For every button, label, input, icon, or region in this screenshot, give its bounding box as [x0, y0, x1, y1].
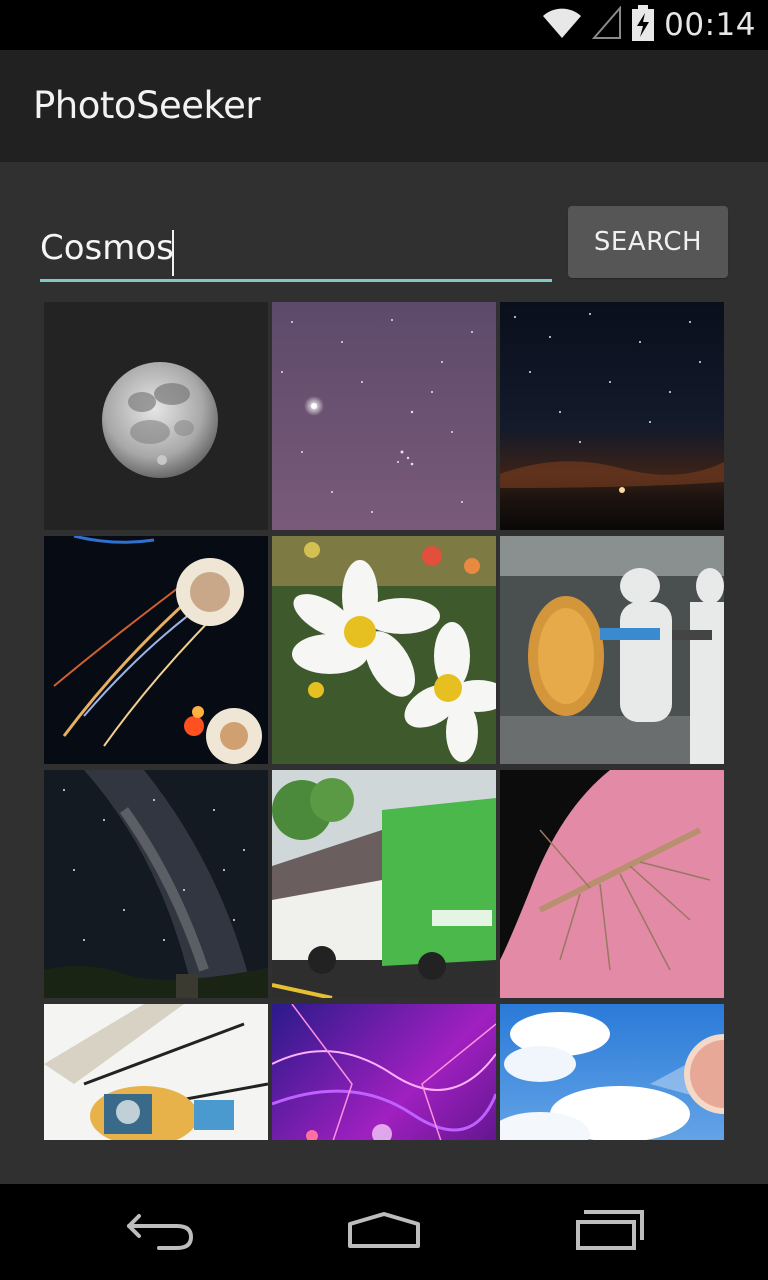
photo-tile[interactable] — [44, 302, 268, 530]
recent-apps-icon — [574, 1210, 646, 1254]
photo-tile[interactable] — [500, 770, 724, 998]
photo-tile[interactable] — [44, 1004, 268, 1140]
photo-tile[interactable] — [44, 536, 268, 764]
status-bar: 00:14 — [0, 0, 768, 50]
photo-tile[interactable] — [500, 302, 724, 530]
back-button[interactable] — [100, 1202, 220, 1262]
wifi-icon — [542, 6, 582, 44]
search-field[interactable] — [40, 216, 552, 282]
photo-image — [500, 302, 724, 530]
home-button[interactable] — [324, 1202, 444, 1262]
photo-image — [272, 1004, 496, 1140]
photo-tile[interactable] — [500, 536, 724, 764]
photo-tile[interactable] — [500, 1004, 724, 1140]
photo-image — [44, 770, 268, 998]
photo-image — [44, 1004, 268, 1140]
photo-tile[interactable] — [272, 536, 496, 764]
status-icons: 00:14 — [542, 0, 756, 50]
photo-image — [500, 1004, 724, 1140]
search-button[interactable]: SEARCH — [568, 206, 728, 278]
photo-image — [44, 302, 268, 530]
battery-charging-icon — [632, 5, 655, 45]
app-title: PhotoSeeker — [33, 84, 261, 127]
home-icon — [346, 1210, 422, 1254]
photo-tile[interactable] — [272, 302, 496, 530]
navigation-bar — [0, 1184, 768, 1280]
photo-grid[interactable] — [44, 302, 724, 1140]
cell-signal-icon — [591, 5, 622, 44]
text-cursor — [172, 230, 174, 276]
photo-image — [272, 770, 496, 998]
photo-image — [500, 536, 724, 764]
back-icon — [125, 1210, 195, 1254]
photo-image — [500, 770, 724, 998]
search-input[interactable] — [40, 216, 552, 279]
photo-tile[interactable] — [272, 1004, 496, 1140]
photo-image — [44, 536, 268, 764]
photo-image — [272, 536, 496, 764]
action-bar: PhotoSeeker — [0, 50, 768, 162]
photo-tile[interactable] — [272, 770, 496, 998]
recent-apps-button[interactable] — [550, 1202, 670, 1262]
main-content: SEARCH — [0, 162, 768, 1184]
photo-image — [272, 302, 496, 530]
photo-tile[interactable] — [44, 770, 268, 998]
clock: 00:14 — [664, 7, 756, 43]
